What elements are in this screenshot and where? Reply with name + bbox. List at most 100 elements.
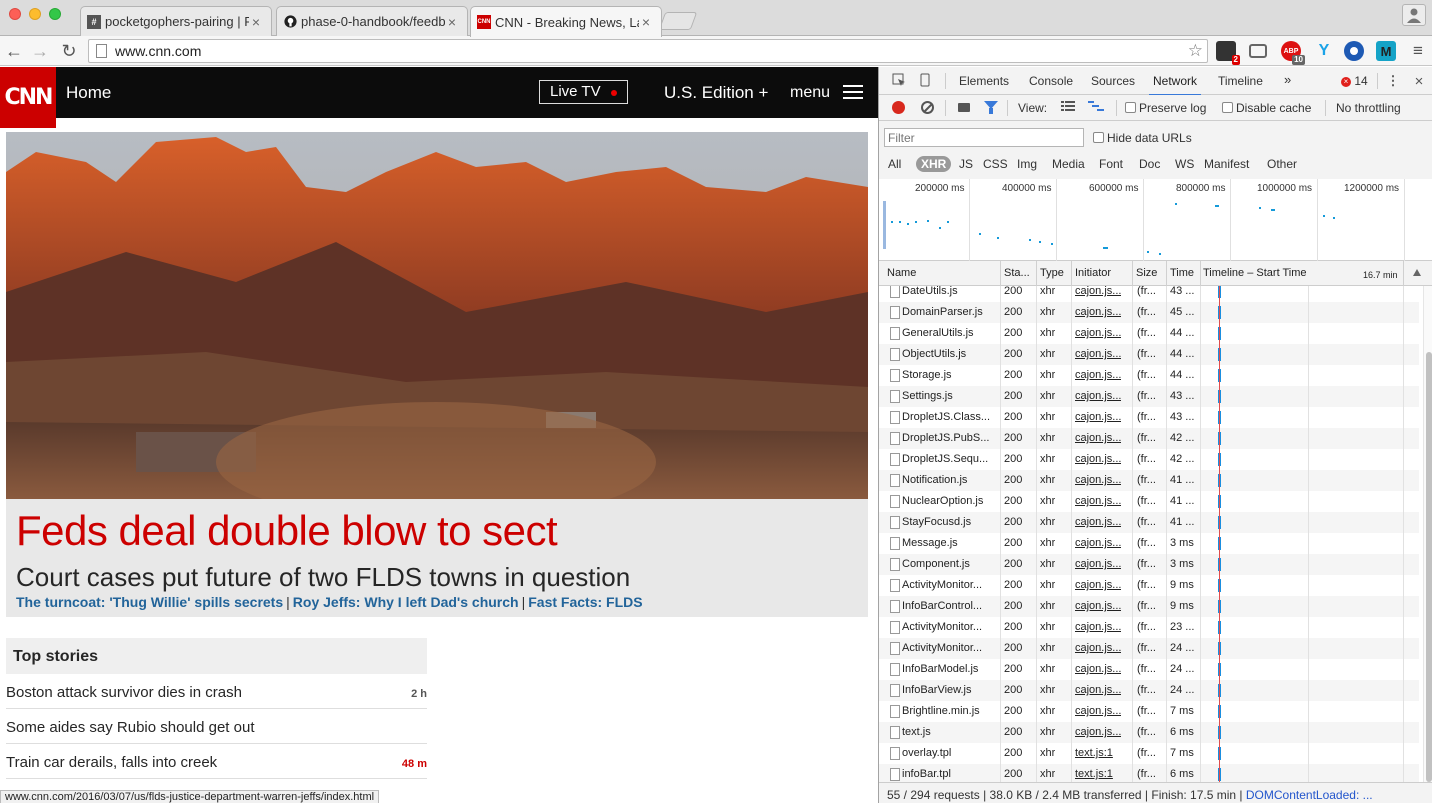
tab-sources[interactable]: Sources [1091,74,1135,88]
request-row[interactable]: DropletJS.Sequ... 200 xhr cajon.js... (fr...… [879,449,1419,470]
story-item[interactable]: Boston attack survivor dies in crash 2 h [6,674,427,709]
edition-selector[interactable]: U.S. Edition + [664,83,768,103]
request-initiator[interactable]: cajon.js... [1075,726,1121,738]
large-rows-icon[interactable] [1060,100,1076,116]
request-initiator[interactable]: text.js:1 [1075,768,1113,780]
request-initiator[interactable]: cajon.js... [1075,327,1121,339]
request-initiator[interactable]: cajon.js... [1075,495,1121,507]
related-link[interactable]: The turncoat: 'Thug Willie' spills secre… [16,594,283,610]
browser-tab-active[interactable]: CNN CNN - Breaking News, Late × [470,6,662,37]
request-row[interactable]: infoBar.tpl 200 xhr text.js:1 (fr... 6 ms [879,764,1419,782]
filter-js[interactable]: JS [954,156,978,172]
column-status[interactable]: Sta... [1004,267,1032,279]
request-row[interactable]: Component.js 200 xhr cajon.js... (fr... 3 ms [879,554,1419,575]
cast-icon[interactable] [1249,44,1267,58]
request-row[interactable]: DomainParser.js 200 xhr cajon.js... (fr... 45… [879,302,1419,323]
hamburger-menu-icon[interactable] [843,85,863,99]
column-initiator[interactable]: Initiator [1075,267,1111,279]
column-time[interactable]: Time [1170,267,1194,279]
scroll-thumb[interactable] [1426,352,1432,782]
tab-timeline[interactable]: Timeline [1218,74,1263,88]
bird-icon[interactable]: Y [1314,41,1334,61]
browser-tab[interactable]: # pocketgophers-pairing | Ph × [80,6,272,36]
back-button[interactable]: ← [2,39,26,63]
request-initiator[interactable]: cajon.js... [1075,705,1121,717]
request-row[interactable]: ObjectUtils.js 200 xhr cajon.js... (fr... 44 … [879,344,1419,365]
address-bar[interactable]: www.cnn.com ☆ [88,39,1208,63]
request-initiator[interactable]: cajon.js... [1075,516,1121,528]
request-row[interactable]: text.js 200 xhr cajon.js... (fr... 6 ms [879,722,1419,743]
request-initiator[interactable]: cajon.js... [1075,306,1121,318]
reload-button[interactable]: ↻ [57,39,81,63]
tab-elements[interactable]: Elements [959,74,1009,88]
close-devtools-icon[interactable]: × [1411,73,1427,90]
related-link[interactable]: Roy Jeffs: Why I left Dad's church [293,594,519,610]
tab-network[interactable]: Network [1148,74,1202,96]
more-tabs-icon[interactable]: » [1284,72,1291,87]
circle-icon[interactable] [1344,41,1364,61]
request-row[interactable]: InfoBarModel.js 200 xhr cajon.js... (fr... 24… [879,659,1419,680]
request-initiator[interactable]: cajon.js... [1075,621,1121,633]
cnn-logo[interactable]: CNN [0,67,56,128]
request-row[interactable]: Message.js 200 xhr cajon.js... (fr... 3 ms [879,533,1419,554]
story-item[interactable]: Train car derails, falls into creek 48 m [6,744,427,779]
request-initiator[interactable]: cajon.js... [1075,390,1121,402]
m-icon[interactable]: M [1376,41,1396,61]
request-initiator[interactable]: cajon.js... [1075,642,1121,654]
preserve-log-checkbox[interactable]: Preserve log [1125,101,1206,115]
network-overview[interactable]: 200000 ms 400000 ms 600000 ms 800000 ms … [879,179,1432,261]
adblock-plus-icon[interactable]: ABP 10 [1281,41,1305,65]
filter-font[interactable]: Font [1094,156,1128,172]
request-row[interactable]: NuclearOption.js 200 xhr cajon.js... (fr... 4… [879,491,1419,512]
close-tab-icon[interactable]: × [639,14,653,30]
minimize-window-button[interactable] [29,8,41,20]
screenshot-camera-icon[interactable] [958,103,970,112]
waterfall-view-icon[interactable] [1088,100,1104,116]
request-row[interactable]: ActivityMonitor... 200 xhr cajon.js... (fr..… [879,617,1419,638]
bookmark-star-icon[interactable]: ☆ [1188,41,1203,61]
request-row[interactable]: ActivityMonitor... 200 xhr cajon.js... (fr..… [879,575,1419,596]
filter-xhr[interactable]: XHR [916,156,952,172]
request-initiator[interactable]: cajon.js... [1075,453,1121,465]
request-row[interactable]: DateUtils.js 200 xhr cajon.js... (fr... 43 ..… [879,286,1419,302]
column-name[interactable]: Name [887,267,916,279]
column-type[interactable]: Type [1040,267,1064,279]
request-initiator[interactable]: cajon.js... [1075,558,1121,570]
column-timeline[interactable]: Timeline – Start Time [1203,267,1307,279]
new-tab-button[interactable] [658,12,698,30]
filter-doc[interactable]: Doc [1134,156,1165,172]
devtools-menu-icon[interactable]: ⋮ [1385,73,1401,89]
browser-tab[interactable]: phase-0-handbook/feedba × [276,6,468,36]
subheadline[interactable]: Court cases put future of two FLDS towns… [16,562,630,593]
filter-funnel-icon[interactable] [984,101,998,114]
nav-home[interactable]: Home [66,83,111,103]
close-tab-icon[interactable]: × [445,14,459,30]
throttling-select[interactable]: No throttling [1336,101,1401,115]
request-table[interactable]: DateUtils.js 200 xhr cajon.js... (fr... 43 ..… [879,286,1432,782]
request-row[interactable]: Storage.js 200 xhr cajon.js... (fr... 44 ... [879,365,1419,386]
column-size[interactable]: Size [1136,267,1157,279]
headline[interactable]: Feds deal double blow to sect [16,507,558,555]
request-row[interactable]: DropletJS.Class... 200 xhr cajon.js... (fr..… [879,407,1419,428]
request-initiator[interactable]: cajon.js... [1075,432,1121,444]
request-row[interactable]: GeneralUtils.js 200 xhr cajon.js... (fr... 44… [879,323,1419,344]
request-initiator[interactable]: cajon.js... [1075,286,1121,297]
sort-ascending-icon[interactable] [1413,269,1421,276]
request-initiator[interactable]: cajon.js... [1075,579,1121,591]
tab-console[interactable]: Console [1029,74,1073,88]
request-initiator[interactable]: cajon.js... [1075,474,1121,486]
request-row[interactable]: ActivityMonitor... 200 xhr cajon.js... (fr..… [879,638,1419,659]
close-tab-icon[interactable]: × [249,14,263,30]
hide-data-urls-checkbox[interactable]: Hide data URLs [1093,131,1192,145]
filter-input[interactable] [884,128,1084,147]
zoom-window-button[interactable] [49,8,61,20]
story-item[interactable]: Some aides say Rubio should get out [6,709,427,744]
request-row[interactable]: InfoBarControl... 200 xhr cajon.js... (fr...… [879,596,1419,617]
request-initiator[interactable]: cajon.js... [1075,537,1121,549]
request-row[interactable]: DropletJS.PubS... 200 xhr cajon.js... (fr...… [879,428,1419,449]
filter-media[interactable]: Media [1047,156,1090,172]
request-initiator[interactable]: cajon.js... [1075,348,1121,360]
scrollbar[interactable] [1423,286,1432,782]
request-row[interactable]: Brightline.min.js 200 xhr cajon.js... (fr...… [879,701,1419,722]
menu-label[interactable]: menu [790,84,830,102]
